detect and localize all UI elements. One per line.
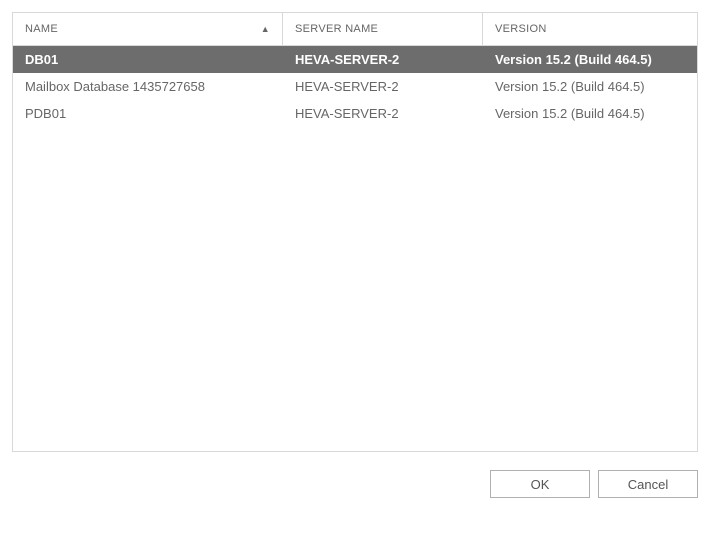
column-header-server-label: SERVER NAME [295,23,378,35]
table-row[interactable]: Mailbox Database 1435727658 HEVA-SERVER-… [13,73,697,100]
table-row[interactable]: DB01 HEVA-SERVER-2 Version 15.2 (Build 4… [13,46,697,73]
table-row[interactable]: PDB01 HEVA-SERVER-2 Version 15.2 (Build … [13,100,697,127]
cell-name: Mailbox Database 1435727658 [13,73,283,100]
ok-button[interactable]: OK [490,470,590,498]
column-header-version[interactable]: VERSION [483,13,697,45]
column-header-name-label: NAME [25,23,58,35]
cell-version: Version 15.2 (Build 464.5) [483,73,697,100]
database-table-container: NAME ▲ SERVER NAME VERSION DB01 HEVA-SER… [12,12,698,452]
column-header-name[interactable]: NAME ▲ [13,13,283,45]
table-body: DB01 HEVA-SERVER-2 Version 15.2 (Build 4… [13,46,697,127]
cell-server: HEVA-SERVER-2 [283,46,483,73]
table-header: NAME ▲ SERVER NAME VERSION [13,13,697,46]
sort-asc-icon: ▲ [261,24,270,34]
cell-server: HEVA-SERVER-2 [283,100,483,127]
cell-name: DB01 [13,46,283,73]
column-header-version-label: VERSION [495,23,547,35]
cell-version: Version 15.2 (Build 464.5) [483,100,697,127]
cancel-button[interactable]: Cancel [598,470,698,498]
cell-name: PDB01 [13,100,283,127]
cell-version: Version 15.2 (Build 464.5) [483,46,697,73]
column-header-server[interactable]: SERVER NAME [283,13,483,45]
cell-server: HEVA-SERVER-2 [283,73,483,100]
button-bar: OK Cancel [12,470,698,498]
